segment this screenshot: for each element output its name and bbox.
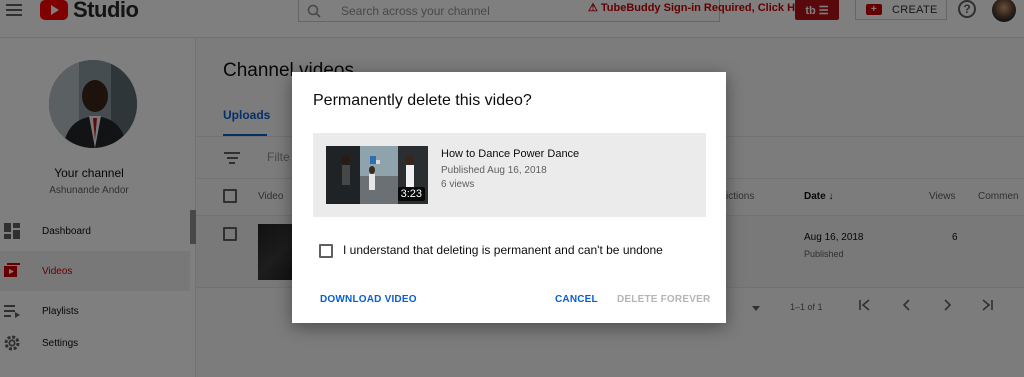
video-preview-card: 3:23 How to Dance Power Dance Published … [313, 133, 706, 217]
download-video-button[interactable]: DOWNLOAD VIDEO [320, 294, 417, 305]
dialog-title: Permanently delete this video? [313, 92, 532, 109]
acknowledge-checkbox[interactable] [319, 244, 333, 258]
delete-video-dialog: Permanently delete this video? 3:23 How … [292, 72, 726, 323]
video-view-count: 6 views [441, 179, 475, 190]
delete-forever-button[interactable]: DELETE FOREVER [617, 294, 710, 305]
acknowledge-label[interactable]: I understand that deleting is permanent … [343, 243, 663, 257]
video-title: How to Dance Power Dance [441, 148, 580, 160]
cancel-button[interactable]: CANCEL [555, 294, 598, 305]
video-published-date: Published Aug 16, 2018 [441, 165, 547, 176]
video-thumbnail: 3:23 [326, 146, 428, 204]
video-duration: 3:23 [397, 187, 425, 201]
